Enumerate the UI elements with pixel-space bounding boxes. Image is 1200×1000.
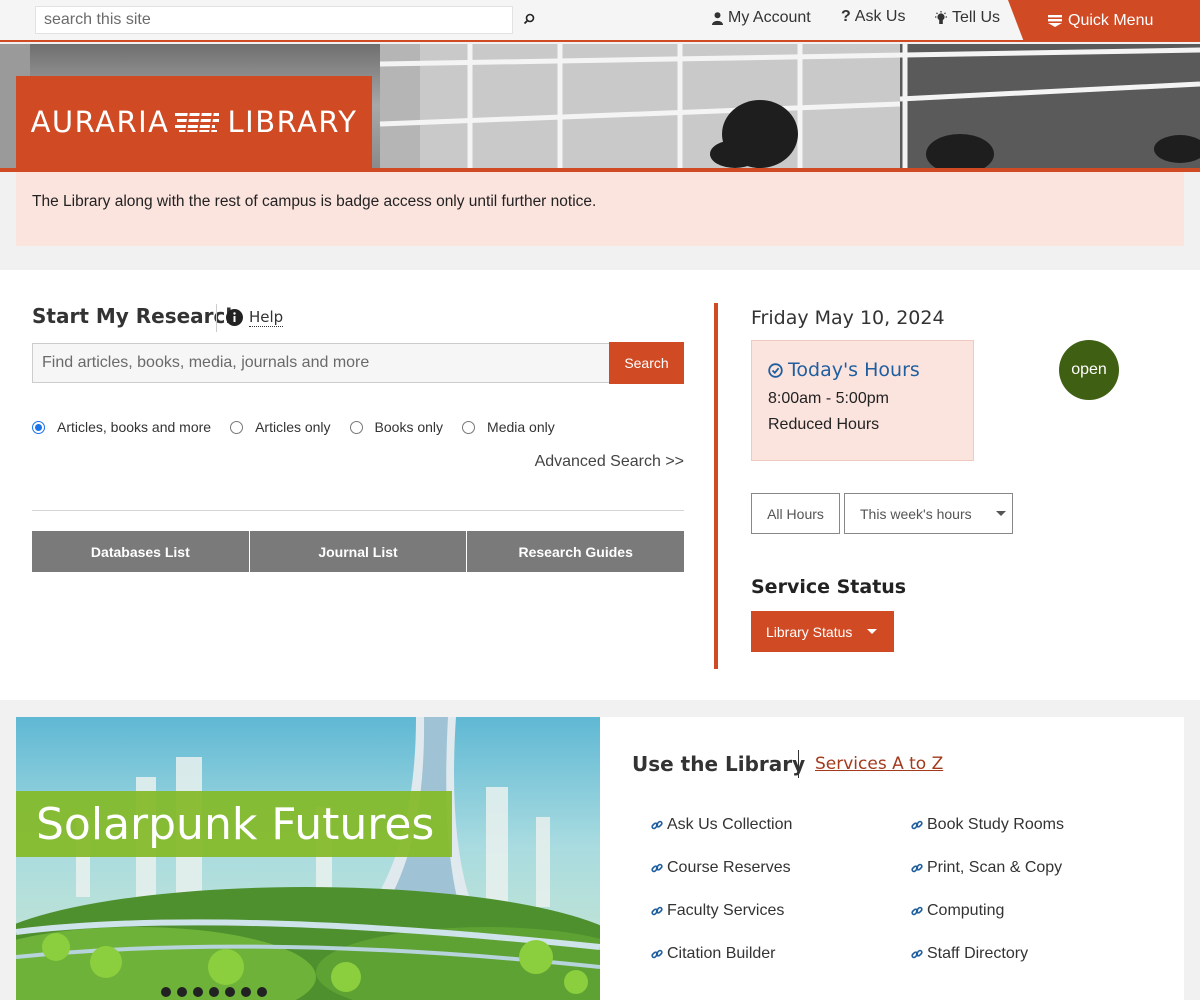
link-icon [651,906,663,916]
scope-label: Articles only [255,419,331,435]
hours-note: Reduced Hours [768,416,880,433]
radio-selected-icon [32,420,45,434]
scope-articles-only[interactable]: Articles only [230,419,331,435]
advanced-search-link[interactable]: Advanced Search >> [535,453,684,471]
research-title: Start My Research [32,304,240,328]
clock-icon [768,362,783,378]
library-status-dropdown[interactable]: Library Status [751,611,894,652]
search-icon [523,13,535,25]
tell-us-link[interactable]: Tell Us [934,9,1000,27]
my-account-label: My Account [728,9,811,26]
info-icon [226,309,243,326]
databases-list-button[interactable]: Databases List [32,531,250,572]
column-divider [714,303,718,669]
research-help-link[interactable]: Help [226,308,284,327]
journal-list-button[interactable]: Journal List [249,531,468,572]
radio-icon [349,420,363,434]
link-label: Course Reserves [667,859,791,876]
link-icon [651,863,663,873]
book-study-rooms-link[interactable]: Book Study Rooms [911,816,1064,834]
tell-us-label: Tell Us [952,9,1001,26]
link-icon [911,949,923,959]
todays-hours-link[interactable]: Today's Hours [768,359,957,381]
service-status-title: Service Status [751,576,907,598]
use-library-title: Use the Library [632,752,806,776]
week-hours-label: This week's hours [860,505,972,522]
lightbulb-icon [934,10,948,26]
link-label: Print, Scan & Copy [927,859,1063,876]
logo-text-auraria: AURARIA [30,105,170,139]
feature-title: Solarpunk Futures [16,791,452,857]
hours-time: 8:00am - 5:00pm [768,390,889,407]
scope-articles-books-more[interactable]: Articles, books and more [32,419,211,435]
scope-media-only[interactable]: Media only [462,419,555,435]
use-the-library-panel: Use the Library Services A to Z Ask Us C… [600,717,1184,1000]
logo-text-library: LIBRARY [227,105,358,139]
hours-heading: Today's Hours [788,359,920,381]
user-icon [710,10,724,26]
menu-icon [1048,15,1062,27]
link-icon [911,820,923,830]
computing-link[interactable]: Computing [911,902,1004,920]
library-status-label: Library Status [766,623,853,640]
solarpunk-city-image [16,717,600,1000]
research-search-input[interactable] [32,343,610,383]
course-reserves-link[interactable]: Course Reserves [651,859,791,877]
citation-builder-link[interactable]: Citation Builder [651,945,776,963]
link-label: Staff Directory [927,945,1029,962]
site-search-input[interactable] [35,6,513,34]
title-divider [798,750,799,778]
auraria-library-logo[interactable]: AURARIA LIBRARY [16,76,372,168]
print-scan-copy-link[interactable]: Print, Scan & Copy [911,859,1062,877]
featured-exhibit[interactable]: Solarpunk Futures [16,717,600,1000]
research-search-button[interactable]: Search [609,342,684,384]
scope-label: Media only [487,419,555,435]
ask-us-label: Ask Us [854,8,906,25]
chevron-down-icon [867,629,878,634]
link-icon [911,906,923,916]
staff-directory-link[interactable]: Staff Directory [911,945,1028,963]
logo-mark-icon [175,111,220,133]
chevron-down-icon [995,511,1006,516]
link-label: Computing [927,902,1005,919]
research-guides-button[interactable]: Research Guides [467,531,685,572]
ask-us-link[interactable]: ? Ask Us [841,8,905,26]
alert-text: The Library along with the rest of campu… [32,193,597,210]
open-status-badge: open [1059,340,1119,400]
campus-alert: The Library along with the rest of campu… [16,172,1184,246]
link-icon [651,949,663,959]
services-a-to-z-link[interactable]: Services A to Z [815,754,943,774]
scope-books-only[interactable]: Books only [349,419,444,435]
radio-icon [462,420,476,434]
help-label: Help [249,308,284,327]
my-account-link[interactable]: My Account [710,9,811,27]
quick-menu-button[interactable]: Quick Menu [1008,0,1200,42]
all-hours-button[interactable]: All Hours [751,493,840,534]
todays-hours-card: Today's Hours 8:00am - 5:00pm Reduced Ho… [751,340,974,461]
week-hours-dropdown[interactable]: This week's hours [844,493,1013,534]
section-divider [32,510,684,511]
link-icon [911,863,923,873]
alert-section: The Library along with the rest of campu… [0,172,1200,270]
research-quick-links: Databases List Journal List Research Gui… [32,531,685,572]
link-label: Book Study Rooms [927,816,1064,833]
title-divider [216,304,217,332]
site-search-button[interactable] [520,9,538,29]
ask-us-collection-link[interactable]: Ask Us Collection [651,816,792,834]
scope-label: Books only [374,419,444,435]
main-content: Start My Research Help Search Articles, … [0,270,1200,700]
current-date: Friday May 10, 2024 [751,307,945,329]
link-label: Faculty Services [667,902,785,919]
radio-icon [230,420,244,434]
faculty-services-link[interactable]: Faculty Services [651,902,784,920]
scope-label: Articles, books and more [57,419,212,435]
top-utility-bar: My Account ? Ask Us Tell Us Quick Menu [0,0,1200,42]
search-scope-options: Articles, books and more Articles only B… [32,419,574,435]
question-icon: ? [841,8,851,25]
link-label: Citation Builder [667,945,776,962]
link-label: Ask Us Collection [667,816,793,833]
quick-menu-label: Quick Menu [1068,12,1154,29]
link-icon [651,820,663,830]
header-banner: AURARIA LIBRARY [0,44,1200,168]
